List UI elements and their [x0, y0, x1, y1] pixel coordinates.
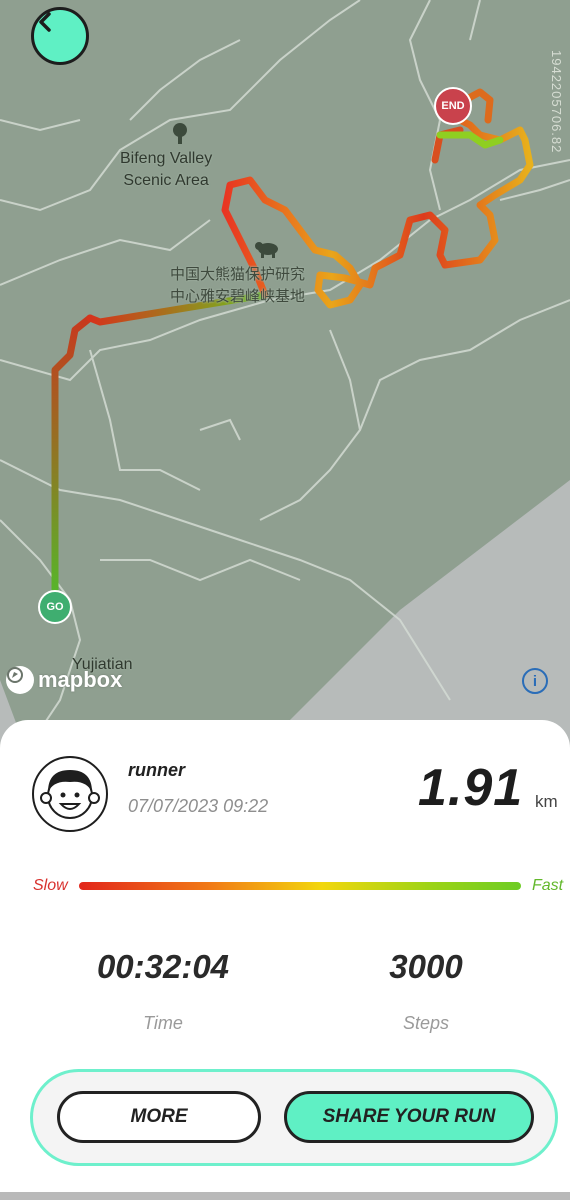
- avatar[interactable]: [32, 756, 108, 832]
- share-run-button[interactable]: SHARE YOUR RUN: [284, 1091, 534, 1143]
- more-button[interactable]: MORE: [57, 1091, 261, 1143]
- steps-label: Steps: [402, 1013, 450, 1033]
- info-icon[interactable]: i: [522, 668, 548, 694]
- start-marker[interactable]: GO: [38, 590, 72, 624]
- user-name: runner: [128, 760, 186, 780]
- panda-icon: [255, 242, 278, 258]
- back-button[interactable]: [31, 7, 89, 65]
- speed-legend-slow: Slow: [33, 877, 68, 894]
- back-arrow-icon: [39, 12, 51, 32]
- mapbox-wordmark: mapbox: [38, 667, 123, 692]
- action-buttons: MORE SHARE YOUR RUN: [30, 1069, 558, 1166]
- speed-legend-fast: Fast: [532, 877, 564, 894]
- time-value: 00:32:04: [96, 948, 230, 985]
- route-map[interactable]: 1942205706.82 Bifeng Valley Scenic Area …: [0, 0, 570, 760]
- map-label-panda-reserve: 中国大熊猫保护研究 中心雅安碧峰峡基地: [170, 266, 306, 305]
- mapbox-attribution[interactable]: mapbox: [6, 666, 122, 694]
- speed-gradient-bar: [79, 882, 521, 890]
- mapbox-icon: [6, 666, 34, 694]
- map-canvas: [0, 0, 570, 760]
- steps-value: 3000: [389, 948, 463, 985]
- distance-value: 1.91: [418, 759, 524, 817]
- map-watermark: 1942205706.82: [549, 50, 564, 154]
- home-indicator-bar: [0, 1192, 570, 1200]
- tree-icon: [173, 123, 187, 144]
- map-label-scenic-area: Bifeng Valley Scenic Area: [120, 150, 213, 189]
- run-datetime: 07/07/2023 09:22: [128, 796, 269, 816]
- run-summary-panel: runner 07/07/2023 09:22 1.91 km Slow Fas…: [0, 720, 570, 1200]
- end-marker[interactable]: END: [434, 87, 472, 125]
- time-label: Time: [143, 1013, 183, 1033]
- distance-unit: km: [535, 792, 558, 811]
